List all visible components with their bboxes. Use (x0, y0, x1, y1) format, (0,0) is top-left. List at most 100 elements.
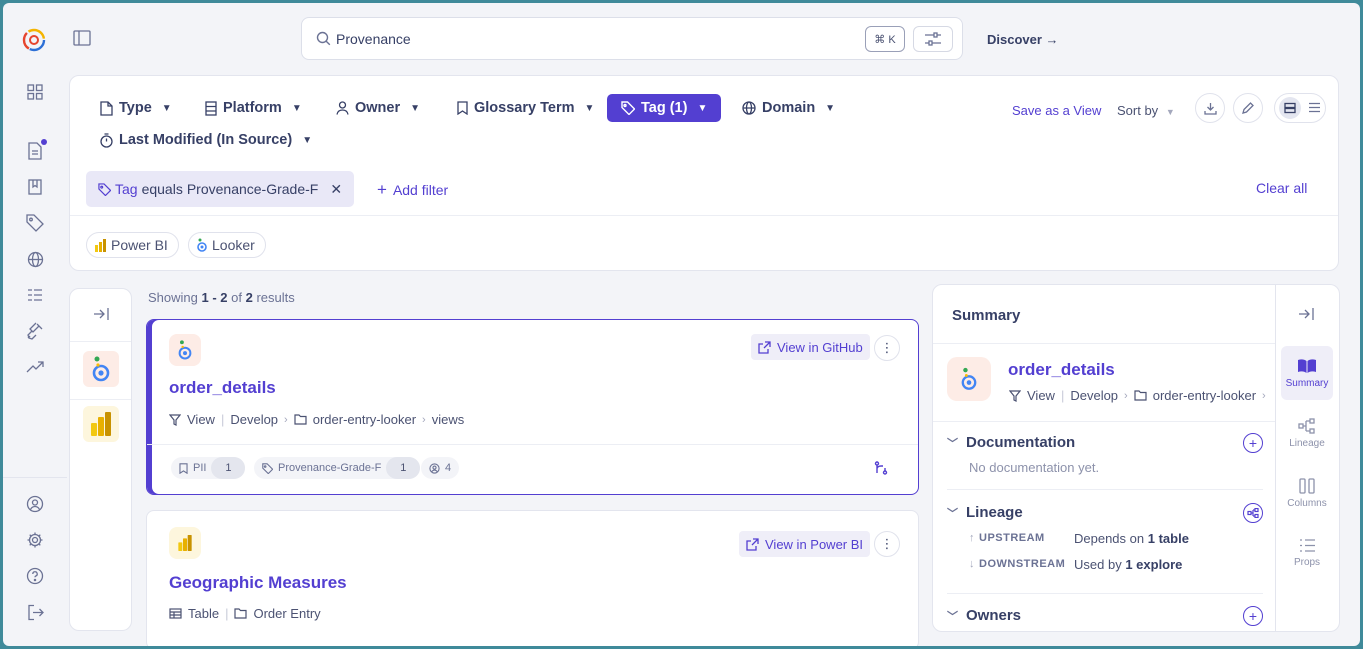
path-item[interactable]: order-entry-looker (313, 412, 416, 427)
platform-chip-powerbi[interactable]: Power BI (86, 232, 179, 258)
apps-grid-icon[interactable] (25, 82, 45, 102)
tab-summary[interactable]: Summary (1281, 346, 1333, 400)
powerbi-icon (91, 412, 111, 436)
tab-columns[interactable]: Columns (1281, 466, 1333, 520)
tab-columns-label: Columns (1287, 497, 1327, 509)
entity-type: View (187, 412, 215, 427)
tag-icon[interactable] (25, 213, 45, 233)
path-item[interactable]: views (432, 412, 465, 427)
open-lineage-button[interactable] (1243, 503, 1263, 523)
keyboard-shortcut-badge: ⌘ K (865, 26, 905, 52)
owners-section-toggle[interactable]: ﹀ Owners (947, 607, 1021, 624)
discover-link[interactable]: Discover → (987, 32, 1059, 47)
bookmark-icon (179, 462, 188, 474)
summary-entity-name[interactable]: order_details (1008, 360, 1115, 380)
arrow-up-icon: ↑ (969, 532, 975, 544)
chevron-right-icon: › (284, 413, 288, 426)
tab-lineage-label: Lineage (1289, 437, 1325, 449)
user-circle-icon (429, 462, 440, 474)
filter-domain-button[interactable]: Domain ▼ (734, 94, 843, 122)
expand-sidebar-icon[interactable] (93, 307, 109, 324)
user-icon (336, 101, 349, 115)
tag-chip[interactable]: Provenance-Grade-F 1 (254, 457, 421, 479)
view-in-powerbi-button[interactable]: View in Power BI (739, 531, 871, 557)
filter-platform-button[interactable]: Platform ▼ (197, 94, 310, 122)
list-view-icon[interactable] (1308, 101, 1321, 116)
downstream-count[interactable]: 1 explore (1125, 557, 1182, 572)
glossary-book-icon[interactable] (25, 177, 45, 197)
search-filters-button[interactable] (913, 26, 953, 52)
entity-type: Table (188, 606, 220, 621)
path-item[interactable]: Develop (1070, 388, 1118, 403)
chevron-right-icon: › (1262, 389, 1266, 402)
card-view-icon[interactable] (1278, 97, 1301, 119)
tab-lineage[interactable]: Lineage (1281, 406, 1333, 460)
browse-platform-powerbi[interactable] (83, 406, 119, 442)
view-in-github-button[interactable]: View in GitHub (751, 334, 870, 360)
owners-chip[interactable]: 4 (421, 457, 460, 479)
edit-button[interactable] (1233, 93, 1263, 123)
owners-heading: Owners (966, 607, 1022, 624)
filter-last-modified-button[interactable]: Last Modified (In Source) ▼ (92, 126, 320, 154)
save-as-view-button[interactable]: Save as a View (1012, 103, 1101, 118)
list-icon[interactable] (25, 285, 45, 305)
platform-chip-label: Power BI (111, 237, 168, 253)
collapse-panel-icon[interactable] (1298, 307, 1314, 324)
user-circle-icon[interactable] (25, 494, 45, 514)
glossary-term-tag[interactable]: PII 1 (171, 457, 246, 479)
bookmark-icon (457, 101, 468, 115)
open-book-icon (1298, 358, 1316, 373)
filter-glossary-button[interactable]: Glossary Term ▼ (449, 94, 602, 122)
lineage-icon[interactable] (874, 461, 888, 478)
filter-type-button[interactable]: Type ▼ (92, 94, 180, 122)
trending-up-icon[interactable] (25, 357, 45, 377)
chevron-right-icon: › (1124, 389, 1128, 402)
app-logo-icon[interactable] (21, 27, 47, 53)
sort-by-dropdown[interactable]: Sort by ▼ (1117, 103, 1175, 118)
add-filter-button[interactable]: + Add filter (377, 180, 448, 200)
browse-platform-looker[interactable] (83, 351, 119, 387)
entity-tabs-rail: Summary Lineage Columns Props (1276, 284, 1340, 632)
downstream-prefix: Used by (1074, 557, 1122, 572)
document-icon[interactable] (25, 139, 47, 161)
add-documentation-button[interactable]: + (1243, 433, 1263, 453)
result-card[interactable]: View in GitHub ⋮ order_details View | De… (146, 319, 919, 495)
path-item[interactable]: Develop (230, 412, 278, 427)
platform-chip-looker[interactable]: Looker (188, 232, 266, 258)
separator: | (1060, 388, 1065, 403)
filter-tag-label: Tag (1) (641, 100, 688, 116)
path-item[interactable]: order-entry-looker (1153, 388, 1256, 403)
tab-props[interactable]: Props (1281, 526, 1333, 580)
tag-count: 1 (386, 457, 421, 479)
summary-divider (933, 343, 1275, 344)
active-filter-chip[interactable]: Tag equals Provenance-Grade-F ✕ (86, 171, 355, 207)
server-icon (205, 100, 217, 116)
gear-icon[interactable] (25, 530, 45, 550)
globe-icon[interactable] (25, 249, 45, 269)
path-item[interactable]: Order Entry (253, 606, 320, 621)
add-owner-button[interactable]: + (1243, 606, 1263, 626)
lineage-section-toggle[interactable]: ﹀ Lineage (947, 504, 1023, 521)
help-icon[interactable] (25, 566, 45, 586)
more-options-icon[interactable]: ⋮ (874, 531, 900, 557)
upstream-count[interactable]: 1 table (1148, 531, 1189, 546)
add-filter-label: Add filter (392, 182, 449, 198)
plug-icon[interactable] (25, 321, 45, 341)
filter-owner-button[interactable]: Owner ▼ (328, 94, 428, 122)
download-button[interactable] (1195, 93, 1225, 123)
logout-icon[interactable] (25, 602, 45, 622)
documentation-heading: Documentation (966, 434, 1076, 451)
card-divider (147, 444, 918, 445)
result-title[interactable]: order_details (169, 378, 276, 398)
sidebar-toggle-icon[interactable] (73, 30, 93, 50)
clear-all-button[interactable]: Clear all (1256, 180, 1307, 196)
remove-filter-icon[interactable]: ✕ (330, 181, 342, 198)
search-input[interactable] (336, 28, 836, 50)
separator: | (220, 412, 225, 427)
result-title[interactable]: Geographic Measures (169, 573, 347, 593)
more-options-icon[interactable]: ⋮ (874, 335, 900, 361)
summary-divider (947, 593, 1263, 594)
result-card[interactable]: View in Power BI ⋮ Geographic Measures T… (146, 510, 919, 646)
filter-tag-button[interactable]: Tag (1) ▼ (607, 94, 722, 122)
documentation-section-toggle[interactable]: ﹀ Documentation (947, 434, 1075, 451)
